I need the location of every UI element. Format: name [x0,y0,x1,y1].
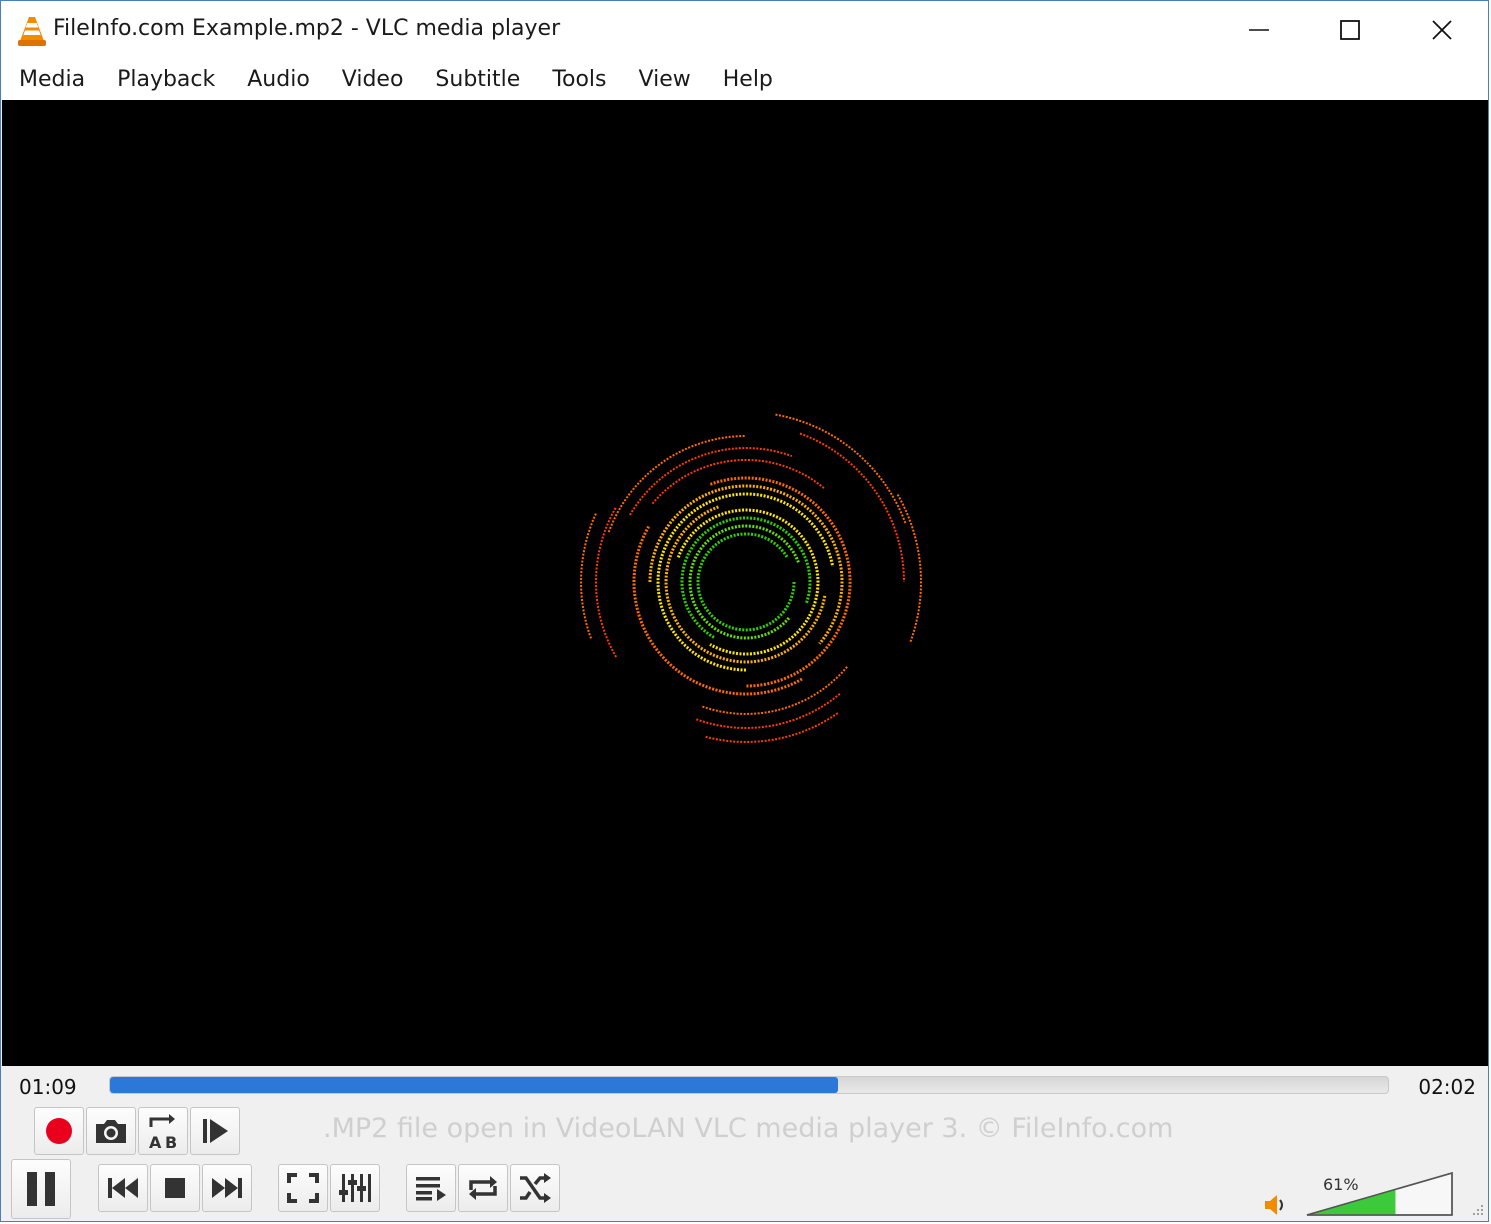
previous-button[interactable] [98,1164,148,1212]
visualization-ring [688,524,801,640]
menu-video[interactable]: Video [326,59,420,100]
visualization-ring [632,525,803,696]
record-icon [46,1118,72,1144]
total-time: 02:02 [1418,1075,1476,1099]
close-icon [1432,20,1452,40]
menu-media[interactable]: Media [1,59,101,100]
seek-row: 01:09 02:02 [1,1067,1488,1105]
visualization-ring [896,494,922,643]
menu-audio[interactable]: Audio [231,59,326,100]
ab-loop-button[interactable]: A B [138,1107,188,1155]
menu-subtitle[interactable]: Subtitle [419,59,536,100]
visualization-ring [651,459,826,505]
elapsed-time: 01:09 [19,1075,77,1099]
extended-settings-icon [339,1174,371,1202]
previous-icon [108,1178,138,1198]
minimize-icon [1249,29,1269,31]
caption-text: .MP2 file open in VideoLAN VLC media pla… [323,1113,1174,1144]
maximize-icon [1340,20,1360,40]
snapshot-button[interactable] [86,1107,136,1155]
seek-slider[interactable] [109,1076,1389,1094]
fullscreen-button[interactable] [278,1164,328,1212]
visualization-ring [799,432,905,583]
record-button[interactable] [34,1107,84,1155]
menu-help[interactable]: Help [707,59,789,100]
volume-slider[interactable] [1306,1171,1456,1217]
frame-step-button[interactable] [190,1107,240,1155]
visualization-ring [709,476,852,688]
menu-bar: Media Playback Audio Video Subtitle Tool… [1,59,1488,100]
seek-progress [110,1077,839,1093]
extended-settings-button[interactable] [330,1164,380,1212]
window-title: FileInfo.com Example.mp2 - VLC media pla… [53,16,561,41]
playlist-icon [416,1177,446,1201]
menu-view[interactable]: View [623,59,707,100]
audio-visualization [580,413,922,743]
svg-text:A: A [149,1133,162,1151]
loop-button[interactable] [458,1164,508,1212]
next-icon [212,1178,242,1198]
stop-button[interactable] [150,1164,200,1212]
video-area[interactable] [2,100,1488,1066]
fullscreen-icon [287,1173,319,1203]
control-area: .MP2 file open in VideoLAN VLC media pla… [1,1105,1488,1221]
close-button[interactable] [1396,1,1488,59]
visualization-ring [595,506,617,658]
maximize-button[interactable] [1304,1,1396,59]
resize-grip-icon[interactable] [1470,1203,1484,1217]
title-bar[interactable]: FileInfo.com Example.mp2 - VLC media pla… [1,1,1488,59]
loop-icon [469,1176,497,1200]
speaker-icon[interactable] [1263,1193,1289,1217]
visualization-ring [696,532,796,632]
vlc-cone-icon [18,17,46,46]
frame-step-icon [203,1119,228,1143]
shuffle-icon [520,1173,551,1203]
next-button[interactable] [202,1164,252,1212]
svg-text:B: B [165,1133,177,1151]
visualization-ring [629,447,793,516]
visualization-ring [704,712,839,743]
pause-button[interactable] [11,1159,71,1219]
menu-playback[interactable]: Playback [101,59,231,100]
menu-tools[interactable]: Tools [536,59,622,100]
visualization-ring [676,508,820,656]
pause-icon [27,1172,55,1206]
visualization-ring [680,516,812,639]
vlc-window: FileInfo.com Example.mp2 - VLC media pla… [0,0,1489,1222]
playlist-button[interactable] [406,1164,456,1212]
shuffle-button[interactable] [510,1164,560,1212]
visualization-ring [580,511,598,639]
stop-icon [165,1178,185,1198]
snapshot-icon [96,1120,126,1143]
ab-loop-icon: A B [149,1114,177,1151]
minimize-button[interactable] [1213,1,1305,59]
visualization-ring [656,492,835,672]
